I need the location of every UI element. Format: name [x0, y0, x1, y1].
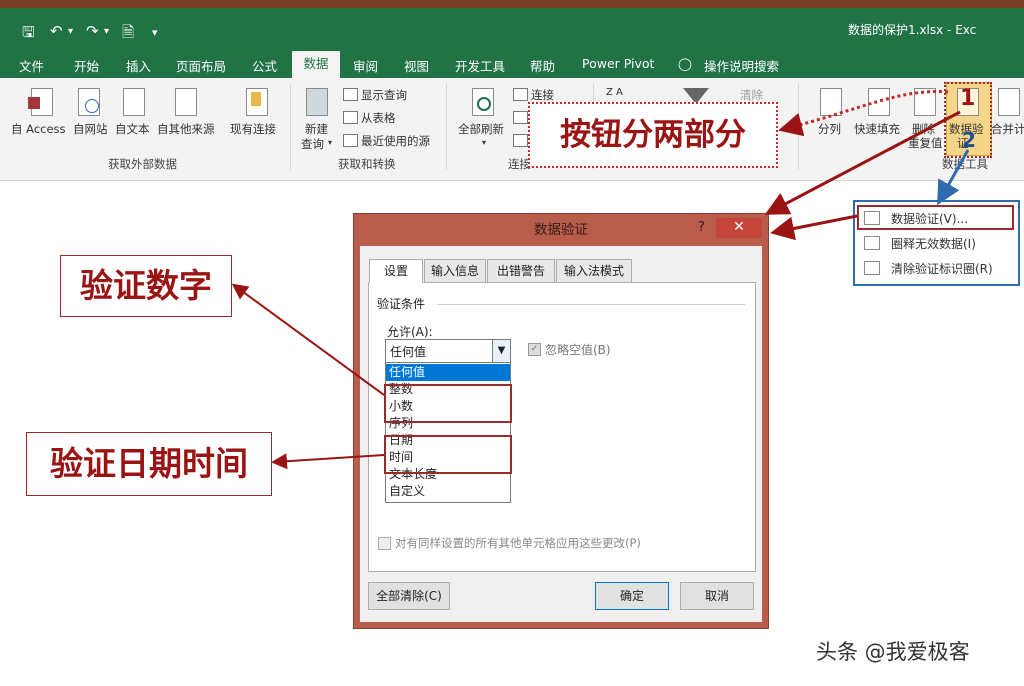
- tab-settings[interactable]: 设置: [369, 259, 423, 283]
- arrow-to-datetime-callout: [271, 453, 385, 470]
- arrow-from-menu-to-dialog: [770, 214, 858, 241]
- annotation-arrows: [231, 90, 970, 470]
- watermark: 头条 @我爱极客: [816, 640, 970, 664]
- arrow-to-dialog: [764, 110, 961, 215]
- arrow-to-split-callout: [778, 90, 949, 137]
- arrow-to-number-callout: [231, 283, 385, 396]
- arrow-to-menu: [937, 149, 970, 206]
